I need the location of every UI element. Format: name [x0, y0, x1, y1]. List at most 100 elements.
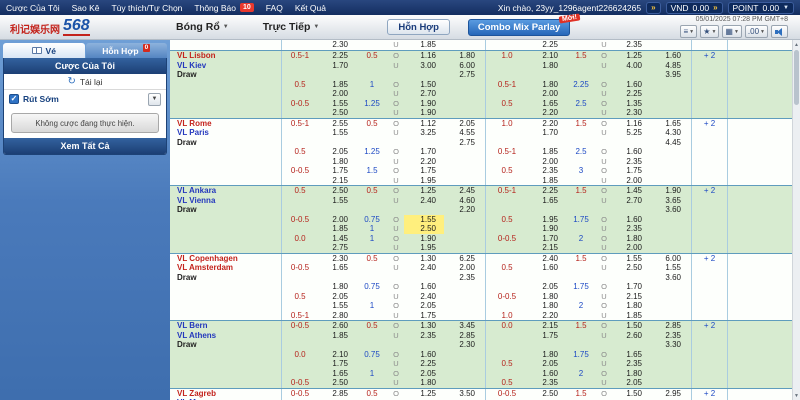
more-bets-link[interactable]: + 2	[692, 389, 728, 399]
x12-odds[interactable]: 2.20	[444, 205, 486, 215]
odds-cell[interactable]: 2.00	[612, 176, 650, 186]
odds-cell[interactable]: 2.50	[318, 108, 356, 118]
more-bets-link[interactable]: + 2	[692, 119, 728, 129]
odds-cell[interactable]: 2.15	[528, 321, 566, 331]
odds-cell[interactable]: 1.75	[528, 331, 566, 341]
odds-cell[interactable]: 1.75	[404, 311, 444, 321]
x12-odds[interactable]: 2.05	[444, 119, 486, 129]
x12-odds[interactable]: 3.65	[650, 196, 692, 206]
odds-cell[interactable]: 1.50	[612, 321, 650, 331]
odds-cell[interactable]: 5.25	[612, 128, 650, 138]
odds-cell[interactable]: 2.00	[528, 157, 566, 167]
balance-button[interactable]: VND 0.00 »	[666, 2, 723, 14]
x12-odds[interactable]: 1.80	[444, 51, 486, 61]
x12-odds[interactable]: 1.65	[650, 119, 692, 129]
odds-cell[interactable]: 1.75	[404, 166, 444, 176]
odds-cell[interactable]: 1.55	[318, 128, 356, 138]
odds-cell[interactable]: 2.35	[404, 331, 444, 341]
x12-odds[interactable]: 2.30	[444, 340, 486, 350]
odds-cell[interactable]: 1.45	[612, 186, 650, 196]
topbar-link[interactable]: Thông Báo	[194, 3, 236, 13]
odds-cell[interactable]: 1.65	[528, 99, 566, 109]
odds-cell[interactable]: 1.50	[404, 80, 444, 90]
odds-cell[interactable]: 1.55	[612, 254, 650, 264]
odds-cell[interactable]: 2.30	[318, 254, 356, 264]
vertical-scrollbar[interactable]: ▲ ▼	[792, 40, 800, 400]
odds-cell[interactable]: 1.75	[612, 166, 650, 176]
odds-cell[interactable]: 1.70	[404, 147, 444, 157]
view-all-button[interactable]: Xem Tất Cả	[4, 138, 166, 154]
odds-cell[interactable]: 1.65	[612, 350, 650, 360]
odds-cell[interactable]: 2.10	[528, 51, 566, 61]
odds-cell[interactable]: 1.70	[528, 128, 566, 138]
odds-cell[interactable]: 2.50	[318, 378, 356, 388]
x12-odds[interactable]: 1.90	[650, 186, 692, 196]
odds-cell[interactable]: 1.95	[528, 215, 566, 225]
odds-cell[interactable]: 1.60	[528, 263, 566, 273]
topbar-link[interactable]: Kết Quả	[295, 3, 326, 13]
odds-cell[interactable]: 1.90	[404, 234, 444, 244]
odds-cell[interactable]: 1.25	[404, 389, 444, 399]
x12-odds[interactable]: 2.75	[444, 138, 486, 148]
odds-cell[interactable]: 1.80	[318, 157, 356, 167]
odds-cell[interactable]: 2.20	[528, 311, 566, 321]
odds-cell[interactable]: 1.85	[528, 147, 566, 157]
x12-odds[interactable]: 3.60	[650, 273, 692, 283]
odds-cell[interactable]: 1.60	[612, 147, 650, 157]
x12-odds[interactable]: 3.95	[650, 70, 692, 80]
odds-cell[interactable]: 1.80	[528, 301, 566, 311]
odds-cell[interactable]: 1.25	[404, 186, 444, 196]
tab-mix-parlay[interactable]: Hỗn Hợp 0	[86, 43, 168, 58]
odds-cell[interactable]: 1.85	[528, 176, 566, 186]
odds-cell[interactable]: 2.15	[528, 243, 566, 253]
odds-cell[interactable]: 2.40	[528, 254, 566, 264]
odds-cell[interactable]: 1.60	[404, 282, 444, 292]
odds-cell[interactable]: 2.50	[528, 389, 566, 399]
x12-odds[interactable]: 4.60	[444, 196, 486, 206]
odds-cell[interactable]: 1.60	[612, 80, 650, 90]
x12-odds[interactable]: 2.75	[444, 70, 486, 80]
odds-cell[interactable]: 1.80	[612, 369, 650, 379]
odds-cell[interactable]: 1.90	[404, 108, 444, 118]
x12-odds[interactable]: 2.85	[650, 321, 692, 331]
odds-cell[interactable]: 1.65	[318, 263, 356, 273]
odds-cell[interactable]: 1.85	[318, 80, 356, 90]
odds-cell[interactable]: 1.80	[528, 61, 566, 71]
odds-cell[interactable]: 2.25	[528, 40, 566, 50]
odds-cell[interactable]: 2.70	[612, 196, 650, 206]
odds-cell[interactable]: 2.30	[318, 40, 356, 50]
x12-odds[interactable]: 4.85	[650, 61, 692, 71]
odds-cell[interactable]: 1.30	[404, 254, 444, 264]
odds-cell[interactable]: 2.50	[318, 186, 356, 196]
odds-cell[interactable]: 1.30	[404, 321, 444, 331]
x12-odds[interactable]: 4.30	[650, 128, 692, 138]
odds-cell[interactable]: 1.75	[318, 166, 356, 176]
point-dropdown[interactable]: POINT 0.00 ▼	[728, 2, 794, 14]
odds-cell[interactable]: 1.95	[404, 176, 444, 186]
x12-odds[interactable]: 2.45	[444, 186, 486, 196]
odds-cell[interactable]: 2.40	[404, 196, 444, 206]
odds-cell[interactable]: 2.75	[318, 243, 356, 253]
odds-cell[interactable]: 1.55	[318, 99, 356, 109]
odds-cell[interactable]: 1.16	[404, 51, 444, 61]
odds-cell[interactable]: 2.05	[404, 369, 444, 379]
early-payout-dropdown[interactable]: ▼	[148, 93, 161, 106]
odds-cell[interactable]: 2.00	[612, 243, 650, 253]
x12-odds[interactable]: 2.35	[650, 331, 692, 341]
odds-cell[interactable]: 1.12	[404, 119, 444, 129]
odds-cell[interactable]: 1.80	[612, 234, 650, 244]
x12-odds[interactable]: 4.45	[650, 138, 692, 148]
odds-cell[interactable]: 1.65	[318, 369, 356, 379]
odds-cell[interactable]: 1.65	[528, 196, 566, 206]
nav-item[interactable]: Trực Tiếp▼	[263, 21, 320, 33]
x12-odds[interactable]: 3.30	[650, 340, 692, 350]
combo-mix-parlay-button[interactable]: Combo Mix Parlay Mới!	[468, 19, 570, 36]
odds-cell[interactable]: 1.55	[318, 301, 356, 311]
odds-cell[interactable]: 2.20	[404, 157, 444, 167]
x12-odds[interactable]: 1.60	[650, 51, 692, 61]
odds-cell[interactable]: 2.05	[528, 359, 566, 369]
mix-parlay-button[interactable]: Hỗn Hợp	[387, 19, 450, 35]
odds-cell[interactable]: 2.35	[528, 378, 566, 388]
odds-cell[interactable]: 2.25	[318, 51, 356, 61]
odds-cell[interactable]: 2.15	[318, 176, 356, 186]
